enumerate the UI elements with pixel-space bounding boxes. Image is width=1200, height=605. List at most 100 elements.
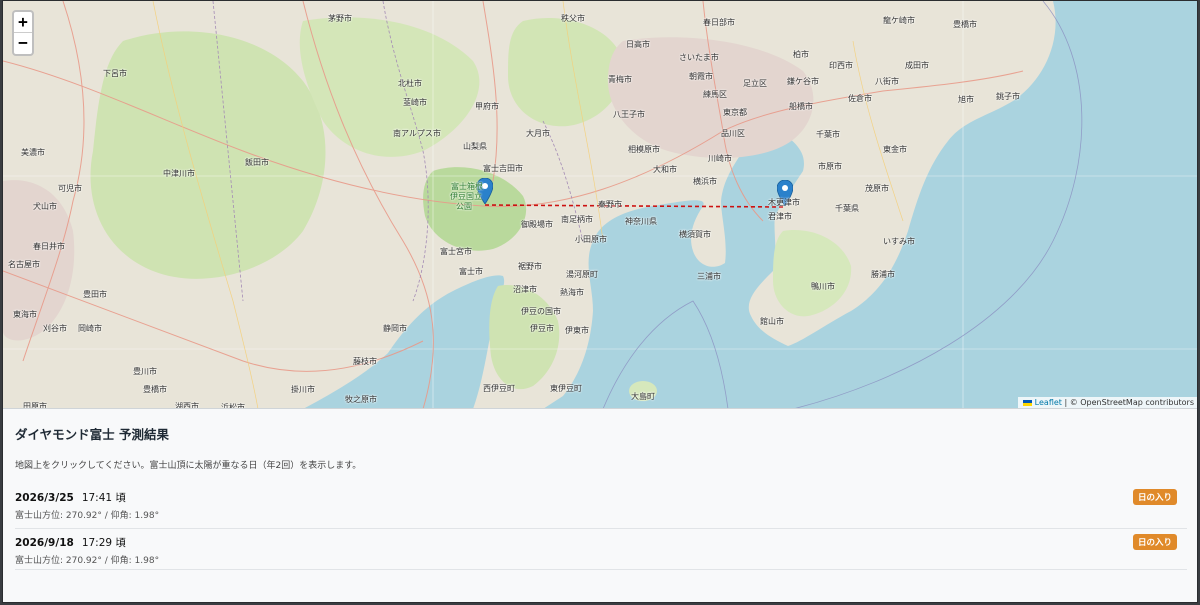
- map-place-label: 船橋市: [789, 102, 813, 111]
- map-place-label: 秦野市: [598, 200, 622, 209]
- map-place-label: 大島町: [631, 392, 655, 401]
- map-place-label: 山梨県: [463, 142, 487, 151]
- map-place-label: 相模原市: [628, 145, 660, 154]
- result-datetime: 2026/3/25 17:41 頃: [15, 490, 1187, 505]
- result-date: 2026/3/25: [15, 492, 74, 504]
- map-place-label: 岡崎市: [78, 324, 102, 333]
- map-view[interactable]: 秩父市 春日部市 龍ケ崎市 豊橋市 茅野市 日高市 さいたま市 朝霞市 柏市 印西市 成田市 下呂市北…: [3, 1, 1197, 409]
- map-place-label: 湯河原町: [566, 270, 598, 279]
- map-place-label: 北杜市: [398, 79, 422, 88]
- zoom-out-button[interactable]: −: [14, 33, 32, 54]
- map-place-label: 勝浦市: [871, 270, 895, 279]
- map-place-label: 掛川市: [291, 385, 315, 394]
- map-place-label: 豊田市: [83, 290, 107, 299]
- map-place-label: 犬山市: [33, 202, 57, 211]
- map-place-label: 旭市: [958, 95, 974, 104]
- map-place-label: 沼津市: [513, 285, 537, 294]
- map-place-label: 横須賀市: [679, 230, 711, 239]
- map-place-label: 龍ケ崎市: [883, 16, 915, 25]
- map-place-label: 富士宮市: [440, 247, 472, 256]
- map-place-label: 飯田市: [245, 158, 269, 167]
- map-place-label: 浜松市: [221, 403, 245, 409]
- result-detail: 富士山方位: 270.92° / 仰角: 1.98°: [15, 556, 160, 566]
- map-place-label: 伊豆の国市: [521, 307, 561, 316]
- zoom-control: + −: [12, 10, 34, 56]
- map-place-label: 市原市: [818, 162, 842, 171]
- map-place-label: 川崎市: [708, 154, 732, 163]
- map-place-label: 東海市: [13, 310, 37, 319]
- map-place-label: 大和市: [653, 165, 677, 174]
- map-place-label: 日高市: [626, 40, 650, 49]
- app-frame: 秩父市 春日部市 龍ケ崎市 豊橋市 茅野市 日高市 さいたま市 朝霞市 柏市 印西市 成田市 下呂市北…: [2, 0, 1198, 603]
- map-place-label: 湖西市: [175, 402, 199, 409]
- map-place-label: 豊橋市: [953, 20, 977, 29]
- map-place-label: 秩父市: [561, 14, 585, 23]
- map-place-label: 西伊豆町: [483, 384, 515, 393]
- map-place-label: 静岡市: [383, 324, 407, 333]
- map-place-label: 伊東市: [565, 326, 589, 335]
- map-place-label: 南アルプス市: [393, 129, 441, 138]
- map-place-label: 甲府市: [475, 102, 499, 111]
- map-place-label: 小田原市: [575, 235, 607, 244]
- map-place-label: 春日井市: [33, 242, 65, 251]
- sunset-badge: 日の入り: [1132, 534, 1177, 550]
- map-place-label: 八街市: [875, 77, 899, 86]
- map-place-label: 東京都: [723, 108, 747, 117]
- result-row: 2026/3/25 17:41 頃 富士山方位: 270.92° / 仰角: 1.…: [15, 488, 1187, 529]
- map-place-label: 鎌ケ谷市: [787, 77, 819, 86]
- results-title: ダイヤモンド富士 予測結果: [15, 427, 169, 442]
- map-place-label: 横浜市: [693, 177, 717, 186]
- map-place-label: 裾野市: [518, 262, 542, 271]
- map-place-label: 韮崎市: [403, 98, 427, 107]
- result-detail: 富士山方位: 270.92° / 仰角: 1.98°: [15, 511, 160, 521]
- map-place-label: 伊豆市: [530, 324, 554, 333]
- result-time: 17:41 頃: [81, 492, 126, 504]
- map-place-label: 足立区: [743, 79, 767, 88]
- map-place-label: 中津川市: [163, 169, 195, 178]
- map-place-label: 富士吉田市: [483, 164, 523, 173]
- map-place-label: 柏市: [793, 50, 809, 59]
- map-place-label: 藤枝市: [353, 357, 377, 366]
- map-place-label: 刈谷市: [43, 324, 67, 333]
- attribution-text: | © OpenStreetMap contributors: [1064, 398, 1194, 407]
- map-place-label: 印西市: [829, 61, 853, 70]
- map-place-label: 三浦市: [697, 272, 721, 281]
- map-attribution: Leaflet | © OpenStreetMap contributors: [1017, 397, 1197, 408]
- leaflet-link[interactable]: Leaflet: [1035, 398, 1062, 407]
- ukraine-flag-icon: [1022, 399, 1032, 406]
- map-place-label: 練馬区: [703, 90, 727, 99]
- map-place-label: 美濃市: [21, 148, 45, 157]
- map-place-label: 御殿場市: [521, 220, 553, 229]
- map-place-label: 豊橋市: [143, 385, 167, 394]
- map-place-label: 佐倉市: [848, 94, 872, 103]
- map-place-label: 富士市: [459, 267, 483, 276]
- map-place-label: 牧之原市: [345, 395, 377, 404]
- map-place-label: さいたま市: [679, 53, 719, 62]
- map-place-label: 鴨川市: [811, 282, 835, 291]
- result-datetime: 2026/9/18 17:29 頃: [15, 535, 1187, 550]
- result-time: 17:29 頃: [81, 537, 126, 549]
- zoom-in-button[interactable]: +: [14, 12, 32, 33]
- map-place-label: 熱海市: [560, 288, 584, 297]
- map-place-label: 千葉市: [816, 130, 840, 139]
- sunset-badge: 日の入り: [1132, 489, 1177, 505]
- map-place-label: 東伊豆町: [550, 384, 582, 393]
- result-date: 2026/9/18: [15, 537, 74, 549]
- map-place-label: 春日部市: [703, 18, 735, 27]
- map-place-label: 品川区: [721, 129, 745, 138]
- map-place-label: 大月市: [526, 129, 550, 138]
- map-place-label: 君津市: [768, 212, 792, 221]
- map-place-label: 名古屋市: [8, 260, 40, 269]
- results-panel: ダイヤモンド富士 予測結果 地図上をクリックしてください。富士山頂に太陽が重なる…: [3, 410, 1197, 602]
- map-place-label: 八王子市: [613, 110, 645, 119]
- results-hint: 地図上をクリックしてください。富士山頂に太陽が重なる日（年2回）を表示します。: [15, 461, 362, 471]
- map-place-label: 朝霞市: [689, 72, 713, 81]
- map-place-label: 千葉県: [835, 204, 859, 213]
- map-place-label: 成田市: [905, 61, 929, 70]
- map-place-label: 公園: [456, 202, 472, 211]
- map-place-label: 下呂市: [103, 69, 127, 78]
- map-place-label: 茅野市: [328, 14, 352, 23]
- map-place-label: 神奈川県: [625, 217, 657, 226]
- map-place-label: 東金市: [883, 145, 907, 154]
- map-place-label: 銚子市: [996, 92, 1020, 101]
